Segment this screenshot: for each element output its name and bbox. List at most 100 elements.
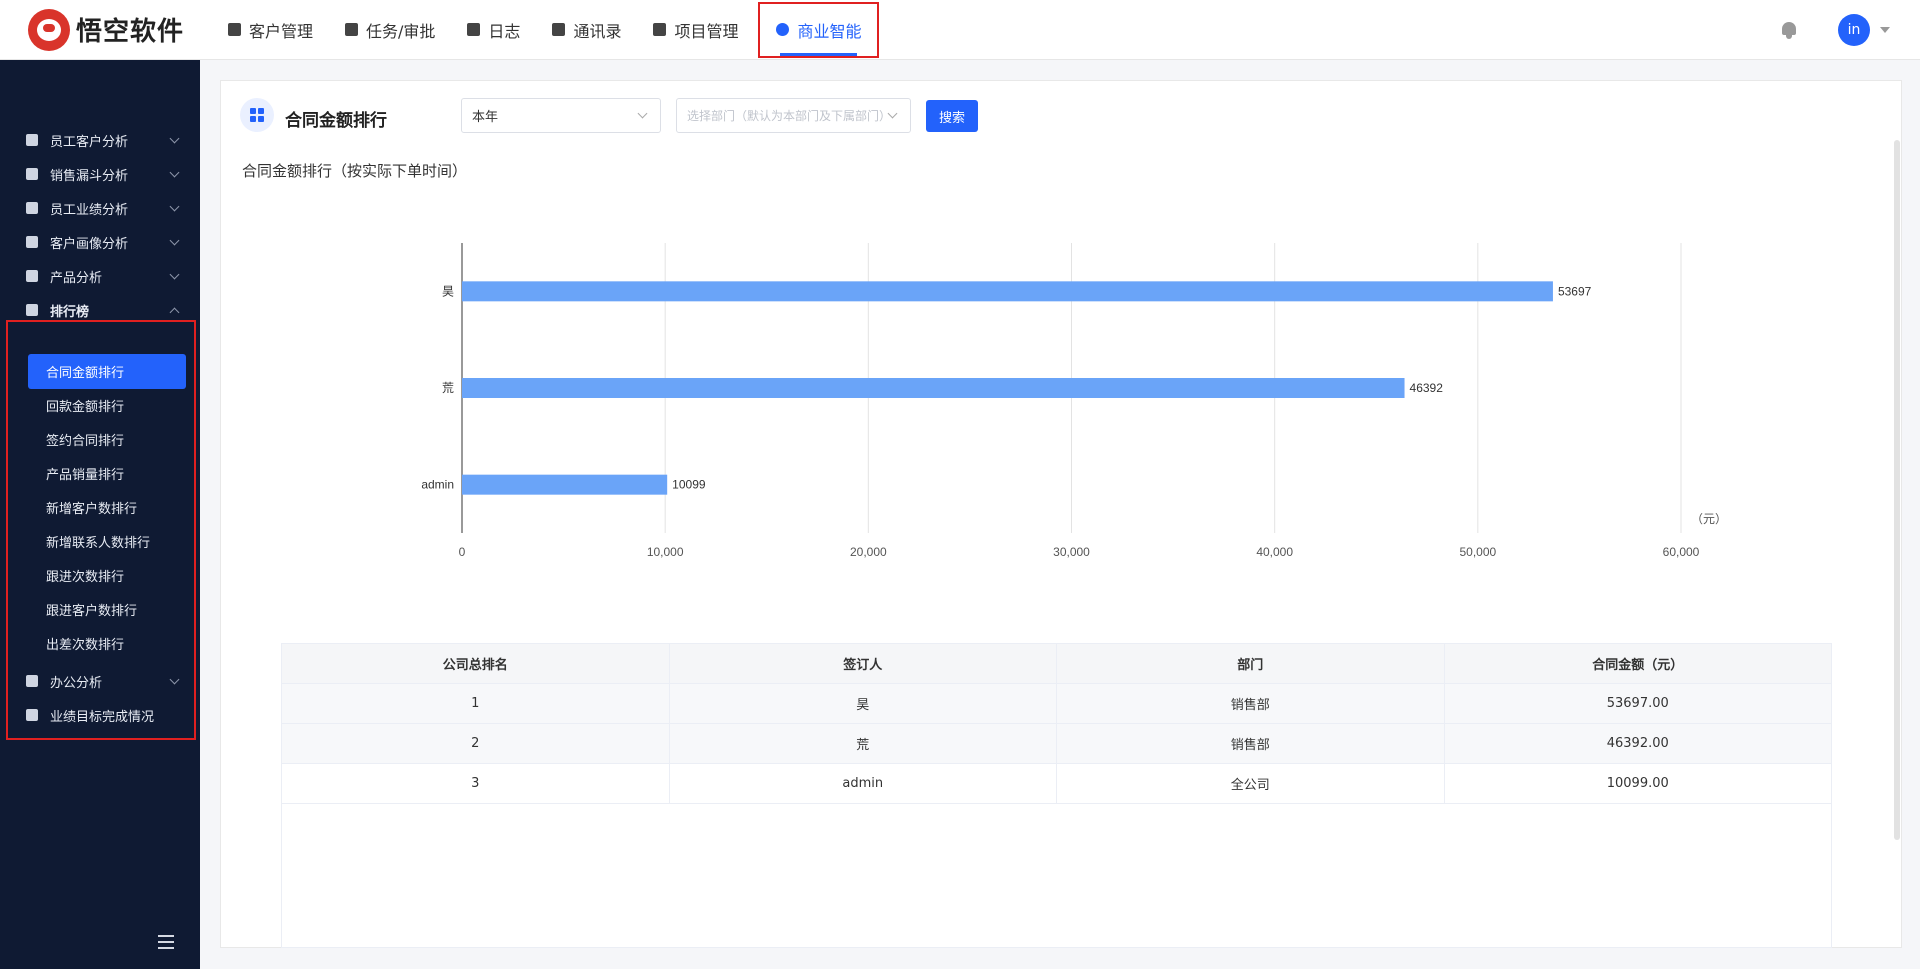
top-navbar: 悟空软件 客户管理 任务/审批 日志 通讯录 项目管理 商业智能 in xyxy=(0,0,1920,60)
table-cell: 3 xyxy=(282,764,670,803)
table-row[interactable]: 3 admin 全公司 10099.00 xyxy=(282,764,1831,804)
nav-tasks-approval[interactable]: 任务/审批 xyxy=(329,0,451,60)
sidebar-item-ranking[interactable]: 排行榜 xyxy=(0,293,200,327)
x-tick-label: 40,000 xyxy=(1256,545,1293,559)
chevron-down-icon xyxy=(169,674,180,685)
nav-label: 通讯录 xyxy=(573,21,622,41)
table-cell: 10099.00 xyxy=(1606,776,1669,791)
chevron-down-icon xyxy=(169,133,180,144)
bar xyxy=(462,378,1405,398)
data-label: 53697 xyxy=(1558,284,1592,298)
table-cell: 销售部 xyxy=(1057,724,1445,763)
project-icon xyxy=(653,23,667,36)
table-cell: 53697.00 xyxy=(1606,696,1669,711)
chevron-down-icon[interactable] xyxy=(1880,27,1890,33)
chevron-down-icon xyxy=(169,235,180,246)
sidebar-item-label: 员工客户分析 xyxy=(50,134,129,150)
search-button[interactable]: 搜索 xyxy=(926,100,978,132)
nav-project-management[interactable]: 项目管理 xyxy=(637,0,754,60)
table-cell: 全公司 xyxy=(1057,764,1445,803)
table-header-cell[interactable]: 部门 xyxy=(1057,644,1445,683)
user-area: in xyxy=(1780,0,1890,60)
data-label: 10099 xyxy=(672,478,706,492)
sidebar-subitem-payment-amount[interactable]: 回款金额排行 xyxy=(28,388,186,423)
table-cell: 2 xyxy=(282,724,670,763)
x-tick-label: 10,000 xyxy=(647,545,684,559)
menu-collapse-icon[interactable] xyxy=(158,935,180,949)
table-cell: 46392.00 xyxy=(1606,736,1669,751)
period-select-value: 本年 xyxy=(472,110,499,125)
sidebar: 员工客户分析 销售漏斗分析 员工业绩分析 客户画像分析 产品分析 排行榜 合同金… xyxy=(0,60,200,969)
sidebar-subitem-contract-amount[interactable]: 合同金额排行 xyxy=(28,354,186,389)
table-cell: 荒 xyxy=(670,724,1057,763)
category-label: admin xyxy=(421,478,454,492)
chevron-up-icon xyxy=(169,307,180,318)
sidebar-subitem-product-sales[interactable]: 产品销量排行 xyxy=(28,456,186,491)
briefcase-icon xyxy=(26,675,38,687)
table-row[interactable]: 1 昊 销售部 53697.00 xyxy=(282,684,1831,724)
sidebar-item-label: 客户画像分析 xyxy=(50,236,129,252)
sidebar-item-employee-performance[interactable]: 员工业绩分析 xyxy=(0,191,200,225)
bell-icon[interactable] xyxy=(1780,21,1798,39)
bar-chart-icon xyxy=(26,202,38,214)
contacts-icon xyxy=(552,23,566,36)
department-select-placeholder: 选择部门（默认为本部门及下属部门） xyxy=(687,109,892,123)
chart-title: 合同金额排行（按实际下单时间） xyxy=(242,162,468,180)
x-tick-label: 0 xyxy=(459,545,466,559)
nav-log[interactable]: 日志 xyxy=(451,0,536,60)
x-tick-label: 50,000 xyxy=(1459,545,1496,559)
grid-app-icon xyxy=(240,98,274,132)
table-header-cell[interactable]: 签订人 xyxy=(670,644,1057,683)
avatar[interactable]: in xyxy=(1838,14,1870,46)
briefcase-icon xyxy=(345,23,359,36)
contract-amount-bar-chart: 0 10,000 20,000 30,000 40,000 50,000 60,000 （元）… xyxy=(421,243,1727,559)
category-label: 昊 xyxy=(442,284,454,298)
log-icon xyxy=(467,23,481,36)
sidebar-item-sales-funnel[interactable]: 销售漏斗分析 xyxy=(0,157,200,191)
nav-contacts[interactable]: 通讯录 xyxy=(536,0,637,60)
table-cell: 销售部 xyxy=(1057,684,1445,723)
table-header-cell[interactable]: 合同金额（元） xyxy=(1445,644,1832,683)
sidebar-subitem-new-contacts[interactable]: 新增联系人数排行 xyxy=(28,524,186,559)
brand-logo[interactable]: 悟空软件 xyxy=(0,0,212,60)
sidebar-subitem-followups[interactable]: 跟进次数排行 xyxy=(28,558,186,593)
x-tick-label: 60,000 xyxy=(1663,545,1700,559)
table-cell: 昊 xyxy=(670,684,1057,723)
funnel-icon xyxy=(26,168,38,180)
nav-business-intelligence[interactable]: 商业智能 xyxy=(758,1,880,58)
period-select[interactable]: 本年 xyxy=(461,98,661,133)
data-label: 46392 xyxy=(1410,381,1444,395)
sidebar-item-product-analysis[interactable]: 产品分析 xyxy=(0,259,200,293)
x-tick-label: 20,000 xyxy=(850,545,887,559)
sidebar-subitem-business-trips[interactable]: 出差次数排行 xyxy=(28,626,186,661)
page-title: 合同金额排行 xyxy=(285,111,387,131)
sidebar-item-label: 销售漏斗分析 xyxy=(50,168,129,184)
chevron-down-icon xyxy=(637,108,648,119)
table-cell: 1 xyxy=(282,684,670,723)
sidebar-item-customer-portrait[interactable]: 客户画像分析 xyxy=(0,225,200,259)
sidebar-subitem-new-customers[interactable]: 新增客户数排行 xyxy=(28,490,186,525)
brand-name: 悟空软件 xyxy=(76,17,185,47)
vertical-scrollbar[interactable] xyxy=(1894,140,1900,840)
target-icon xyxy=(26,709,38,721)
person-icon xyxy=(26,134,38,146)
sidebar-item-label: 办公分析 xyxy=(50,675,103,691)
department-select[interactable]: 选择部门（默认为本部门及下属部门） xyxy=(676,98,911,133)
nav-label: 任务/审批 xyxy=(366,21,436,41)
table-cell: admin xyxy=(670,764,1057,803)
sidebar-item-employee-customer[interactable]: 员工客户分析 xyxy=(0,123,200,157)
box-icon xyxy=(26,270,38,282)
monkey-logo-icon xyxy=(28,8,70,51)
nav-customer-management[interactable]: 客户管理 xyxy=(212,0,329,60)
sidebar-item-label: 排行榜 xyxy=(50,304,90,320)
table-header-cell[interactable]: 公司总排名 xyxy=(282,644,670,683)
x-axis-unit-label: （元） xyxy=(1691,512,1727,526)
sidebar-item-label: 业绩目标完成情况 xyxy=(50,709,155,725)
sidebar-item-office-analysis[interactable]: 办公分析 xyxy=(0,664,200,698)
building-icon xyxy=(228,23,241,36)
sidebar-subitem-followup-customers[interactable]: 跟进客户数排行 xyxy=(28,592,186,627)
sidebar-item-goal-completion[interactable]: 业绩目标完成情况 xyxy=(0,698,200,732)
trophy-icon xyxy=(26,304,38,316)
table-row[interactable]: 2 荒 销售部 46392.00 xyxy=(282,724,1831,764)
sidebar-subitem-signed-contracts[interactable]: 签约合同排行 xyxy=(28,422,186,457)
